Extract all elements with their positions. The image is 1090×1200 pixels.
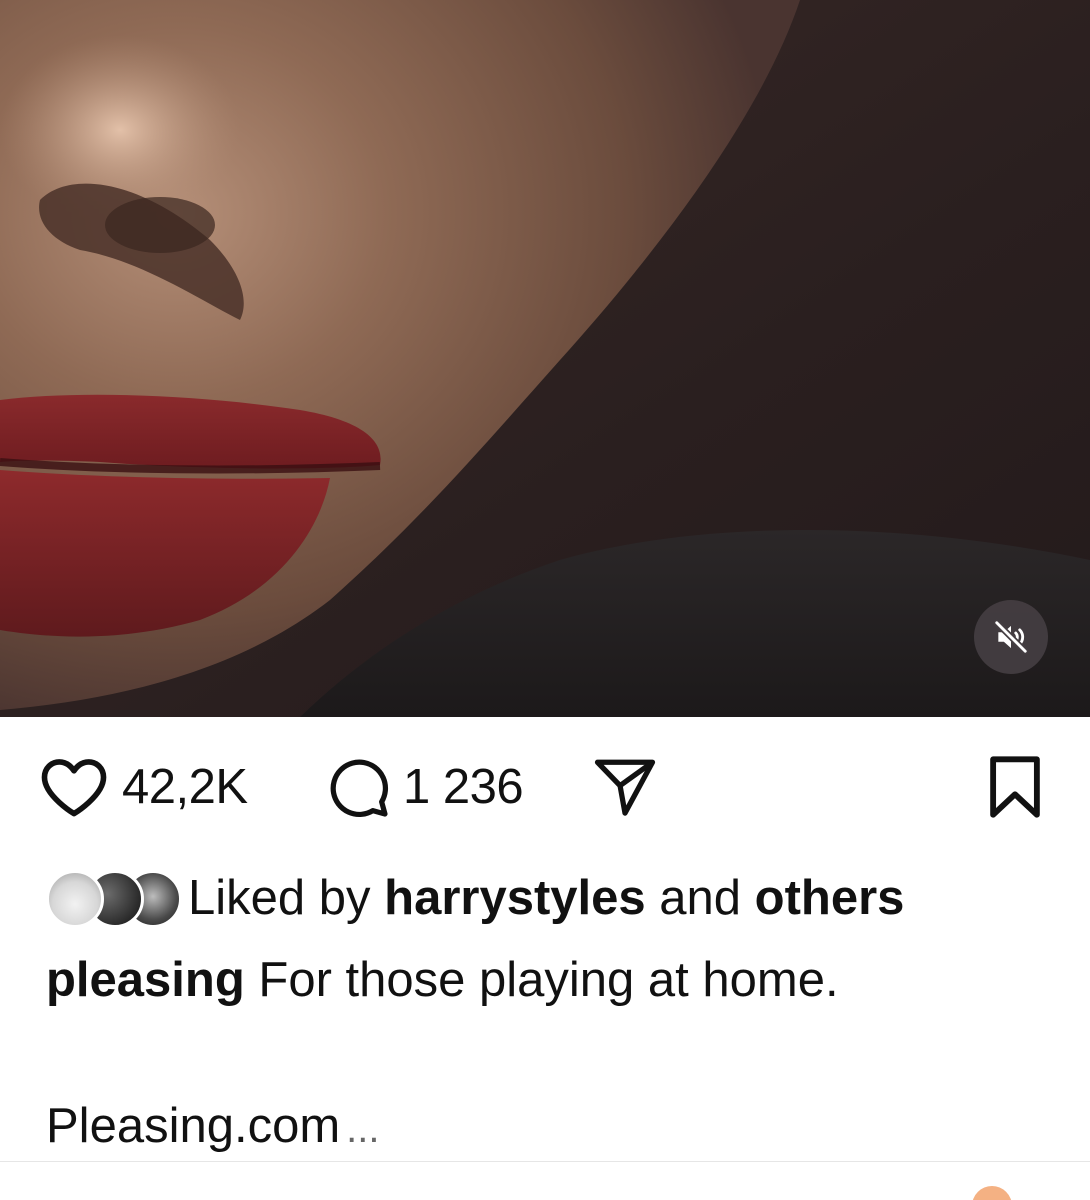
post-action-bar: 42,2K 1 236 [0, 717, 1090, 857]
mute-button[interactable] [974, 600, 1048, 674]
comment-bubble-icon [330, 759, 388, 817]
speaker-muted-icon [993, 619, 1029, 655]
heart-icon [41, 759, 107, 817]
paper-plane-icon [594, 759, 656, 816]
avatar [46, 870, 104, 928]
liker-username[interactable]: harrystyles [384, 870, 646, 926]
caption-text: For those playing at home. [258, 953, 839, 1007]
caption-link-line: Pleasing.com... [46, 1090, 380, 1165]
post-caption: pleasing For those playing at home. [46, 944, 839, 1016]
avatar[interactable] [972, 1186, 1012, 1200]
like-count: 42,2K [122, 759, 248, 814]
liked-by-others-link[interactable]: others [755, 870, 905, 926]
comment-button[interactable]: 1 236 [325, 757, 524, 817]
liker-avatars [46, 870, 182, 928]
like-button[interactable]: 42,2K [38, 757, 248, 817]
video-frame [0, 0, 1090, 717]
caption-link[interactable]: Pleasing.com [46, 1099, 340, 1153]
liked-by-prefix: Liked by [188, 871, 371, 925]
divider [0, 1161, 1090, 1162]
more-button[interactable]: ... [346, 1107, 379, 1151]
post-screen: 42,2K 1 236 Liked by harrystyles and oth… [0, 0, 1090, 1200]
post-video[interactable] [0, 0, 1090, 717]
comment-count: 1 236 [403, 759, 524, 814]
share-button[interactable] [590, 757, 660, 817]
liked-by-row[interactable]: Liked by harrystyles and others [46, 862, 904, 934]
bookmark-icon [990, 756, 1040, 818]
liked-by-connector: and [659, 871, 742, 925]
caption-username[interactable]: pleasing [46, 953, 245, 1007]
save-button[interactable] [980, 756, 1050, 818]
